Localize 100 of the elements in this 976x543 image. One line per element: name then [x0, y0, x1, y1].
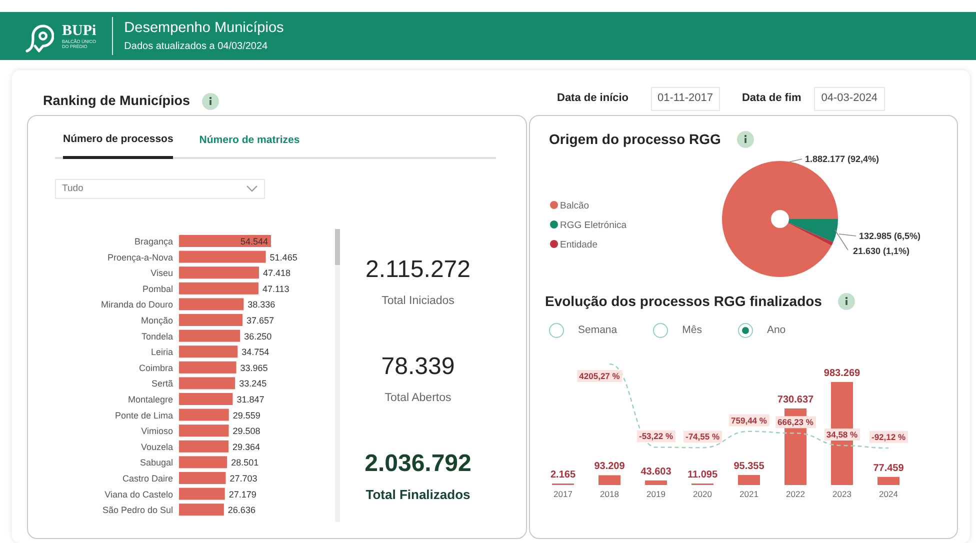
- value-label: 33.245: [239, 378, 267, 388]
- date-label: Data de fim: [742, 91, 802, 106]
- category-label: Vimioso: [141, 426, 173, 436]
- scrollbar[interactable]: [335, 228, 340, 522]
- legend-label: Entidade: [560, 240, 598, 250]
- page-title: Desempenho Municípios: [124, 18, 284, 36]
- bar: [878, 476, 900, 485]
- axis-label: 2017: [554, 488, 572, 499]
- axis-label: 2021: [740, 488, 758, 499]
- kpi-value: 2.036.792: [364, 448, 472, 479]
- section-title: Ranking de Municípios: [43, 92, 190, 110]
- kpi-label: Total Finalizados: [364, 486, 472, 503]
- bar: [179, 376, 236, 389]
- value-label: 93.209: [594, 460, 625, 472]
- period-radio[interactable]: Semana: [549, 323, 618, 339]
- axis-label: 2024: [879, 488, 898, 499]
- category-label: Viseu: [150, 268, 173, 278]
- chart-title: Evolução dos processos RGG finalizados: [545, 292, 822, 311]
- percent-label: -74,55 %: [685, 431, 720, 442]
- leader-line: [788, 158, 802, 162]
- bar: [179, 314, 243, 326]
- category-label: Ponte de Lima: [114, 410, 173, 420]
- slice-label: 1.882.177 (92,4%): [805, 154, 880, 164]
- percent-label: 759,44 %: [731, 415, 767, 426]
- category-label: Monção: [140, 315, 173, 326]
- percent-label: -53,22 %: [638, 431, 674, 441]
- bar: [179, 503, 224, 516]
- axis-label: 2022: [786, 488, 805, 499]
- brand-name: BUPi: [62, 24, 96, 38]
- info-icon[interactable]: [202, 92, 220, 110]
- category-label: Sertã: [151, 378, 173, 388]
- bar: [179, 392, 233, 405]
- bar: [179, 424, 229, 436]
- category-label: Sabugal: [140, 457, 173, 468]
- axis-label: 2018: [600, 488, 619, 499]
- value-label: 54.544: [240, 236, 268, 246]
- category-label: Proença-a-Nova: [107, 252, 173, 262]
- value-label: 27.179: [228, 489, 256, 500]
- bar: [179, 345, 238, 358]
- category-label: Vouzela: [140, 442, 173, 452]
- value-label: 31.847: [236, 394, 264, 404]
- info-icon[interactable]: [838, 292, 855, 310]
- tab[interactable]: Número de matrizes: [199, 132, 300, 157]
- category-label: Coimbra: [138, 362, 173, 373]
- kpi-label: Total Iniciados: [380, 294, 456, 309]
- axis-label: 2023: [832, 488, 852, 499]
- value-label: 27.703: [230, 473, 258, 484]
- info-icon[interactable]: [736, 130, 754, 148]
- value-label: 77.459: [873, 462, 904, 474]
- value-label: 38.336: [248, 299, 276, 310]
- update-date: Dados atualizados a 04/03/2024: [124, 40, 269, 54]
- slice-label: 21.630 (1,1%): [853, 246, 910, 256]
- value-label: 43.603: [640, 466, 672, 478]
- category-label: Montalegre: [128, 394, 173, 404]
- category-label: Leiria: [150, 346, 173, 357]
- value-label: 11.095: [687, 469, 718, 480]
- value-label: 29.559: [232, 410, 260, 420]
- bar: [598, 474, 620, 485]
- tab[interactable]: Número de processos: [63, 132, 174, 159]
- value-label: 33.965: [240, 362, 268, 373]
- percent-label: -92,12 %: [871, 432, 906, 442]
- bar: [179, 330, 240, 342]
- value-label: 95.355: [734, 460, 764, 472]
- bar: [179, 456, 228, 468]
- category-label: São Pedro do Sul: [102, 504, 173, 515]
- legend-label: RGG Eletrónica: [560, 220, 627, 231]
- percent-label: 666,23 %: [778, 416, 814, 427]
- category-label: Viana do Castelo: [104, 489, 173, 500]
- category-label: Tondela: [141, 331, 173, 342]
- bar: [738, 474, 760, 485]
- percent-label: 34,58 %: [826, 429, 858, 440]
- value-label: 730.637: [777, 394, 814, 406]
- period-radio[interactable]: Mês: [653, 323, 702, 339]
- value-label: 51.465: [270, 252, 298, 262]
- bar: [179, 472, 226, 484]
- period-radio[interactable]: Ano: [738, 323, 786, 339]
- value-label: 29.508: [232, 426, 260, 436]
- date-label: Data de início: [557, 91, 629, 106]
- category-label: Castro Daire: [122, 473, 173, 484]
- value-label: 983.269: [824, 368, 860, 379]
- value-label: 47.113: [262, 284, 290, 294]
- chart-title: Origem do processo RGG: [549, 130, 721, 149]
- percent-label: 4205,27 %: [579, 370, 620, 381]
- value-label: 37.657: [246, 315, 274, 326]
- legend-label: Balcão: [560, 200, 590, 212]
- chevron-down-icon: [246, 185, 258, 192]
- value-label: 26.636: [228, 504, 256, 515]
- value-label: 2.165: [550, 469, 576, 480]
- category-label: Miranda do Douro: [100, 299, 173, 310]
- category-label: Pombal: [142, 284, 173, 294]
- bar: [179, 440, 229, 452]
- value-label: 34.754: [242, 346, 270, 357]
- axis-label: 2020: [693, 488, 712, 499]
- date-field[interactable]: 04-03-2024: [814, 86, 885, 110]
- bar: [179, 408, 229, 421]
- kpi-value: 78.339: [380, 352, 456, 382]
- value-label: 36.250: [244, 331, 272, 342]
- filter-dropdown[interactable]: Tudo: [55, 178, 265, 199]
- date-field[interactable]: 01-11-2017: [650, 86, 720, 110]
- value-label: 47.418: [262, 268, 290, 278]
